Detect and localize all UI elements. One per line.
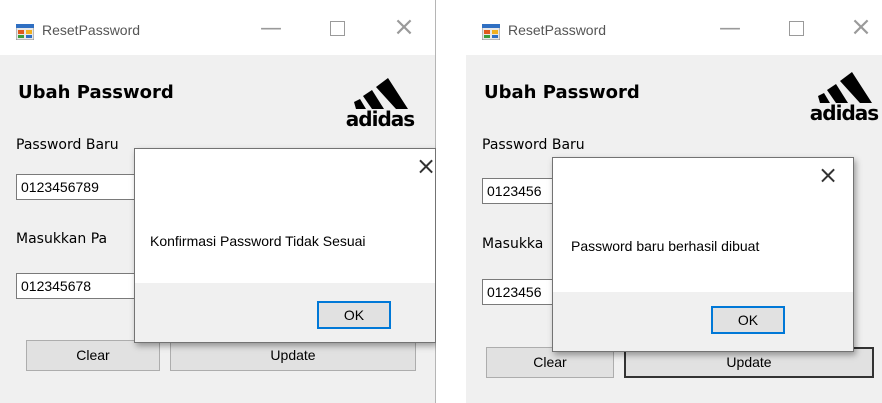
new-password-label: Password Baru xyxy=(482,137,585,153)
minimize-icon[interactable]: — xyxy=(715,14,745,44)
adidas-logo: adidas xyxy=(346,78,415,128)
title-bar: ResetPassword — × xyxy=(466,0,882,55)
dialog-message: Konfirmasi Password Tidak Sesuai xyxy=(150,233,366,249)
update-button[interactable]: Update xyxy=(170,340,416,371)
ok-button[interactable]: OK xyxy=(711,306,785,334)
close-icon[interactable]: × xyxy=(389,12,419,42)
dialog-close-icon[interactable]: × xyxy=(411,151,436,181)
confirm-password-label: Masukkan Pa xyxy=(16,231,108,247)
new-password-label: Password Baru xyxy=(16,137,119,153)
maximize-icon[interactable] xyxy=(330,21,345,36)
dialog-message: Password baru berhasil dibuat xyxy=(571,238,760,254)
ok-button[interactable]: OK xyxy=(317,301,391,329)
clear-button[interactable]: Clear xyxy=(26,340,160,371)
dialog-body xyxy=(553,158,853,292)
page-title: Ubah Password xyxy=(484,82,640,103)
logo-text: adidas xyxy=(810,101,878,122)
window-title: ResetPassword xyxy=(42,22,141,38)
minimize-icon[interactable]: — xyxy=(256,14,286,44)
logo-text: adidas xyxy=(346,107,414,128)
message-dialog: × Password baru berhasil dibuat OK xyxy=(552,157,854,352)
title-bar: ResetPassword — × xyxy=(0,0,436,55)
maximize-icon[interactable] xyxy=(789,21,804,36)
confirm-password-label: Masukka xyxy=(482,236,544,252)
message-dialog: × Konfirmasi Password Tidak Sesuai OK xyxy=(134,148,436,343)
window-title: ResetPassword xyxy=(508,22,607,38)
reset-password-window-1: ResetPassword — × Ubah Password adidas P… xyxy=(0,0,436,403)
dialog-close-icon[interactable]: × xyxy=(813,160,843,190)
reset-password-window-2: ResetPassword — × Ubah Password adidas P… xyxy=(466,0,882,403)
dialog-body xyxy=(135,149,435,283)
page-title: Ubah Password xyxy=(18,82,174,103)
app-form-icon xyxy=(16,24,34,40)
app-form-icon xyxy=(482,24,500,40)
adidas-logo: adidas xyxy=(810,72,879,122)
close-icon[interactable]: × xyxy=(846,12,876,42)
